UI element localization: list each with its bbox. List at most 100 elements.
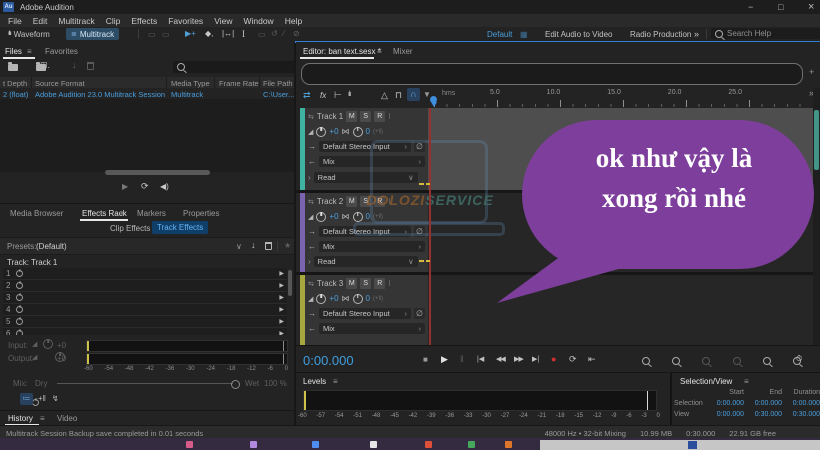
monitor-input-button[interactable]: I [388, 112, 390, 121]
slot-arrow-icon[interactable]: ▶ [279, 306, 284, 313]
slot-arrow-icon[interactable]: ▶ [279, 270, 284, 277]
slot-power-icon[interactable] [16, 294, 23, 301]
slot-power-icon[interactable] [16, 330, 23, 335]
pan-knob[interactable] [353, 294, 363, 304]
snapping-options-icon[interactable]: ⊓ [395, 90, 402, 101]
fx-toggle-icon[interactable]: fx [320, 91, 326, 100]
volume-knob[interactable] [316, 127, 326, 137]
zoom-to-selection-icon[interactable] [763, 357, 771, 365]
levels-menu-icon[interactable]: ≡ [333, 377, 338, 386]
mute-button[interactable]: M [346, 196, 357, 207]
tracks-vertical-scrollbar[interactable] [814, 110, 819, 170]
track-3-header[interactable]: ⇆ Track 3 M S R I ◢ +0 ⋈ 0 (+‖) → Defaul… [300, 275, 428, 345]
taskbar-app-icon[interactable] [370, 441, 377, 448]
effect-slot-row[interactable]: 3 ▶ [3, 292, 287, 304]
tab-history[interactable]: History [8, 414, 33, 423]
menu-view[interactable]: View [214, 16, 232, 26]
menu-effects[interactable]: Effects [131, 16, 157, 26]
record-arm-button[interactable]: R [374, 196, 385, 207]
record-button[interactable]: ● [551, 354, 556, 364]
taskbar-app-icon[interactable] [425, 441, 432, 448]
files-panel-menu-icon[interactable]: ≡ [27, 47, 32, 56]
play-button[interactable]: ▶ [441, 354, 448, 365]
file-row[interactable]: 2 (float) Adobe Audition 23.0 Multitrack… [0, 88, 294, 99]
slot-arrow-icon[interactable]: ▶ [279, 318, 284, 325]
skip-to-end-button[interactable]: ▶| [532, 355, 539, 363]
track-1-header[interactable]: ⇆ Track 1 M S R I ◢ +0 ⋈ 0 (+‖) → Defaul… [300, 108, 428, 190]
record-arm-button[interactable]: R [374, 278, 385, 289]
rack-view-toggle[interactable]: ≔ [20, 393, 33, 405]
taskbar-app-icon[interactable] [250, 441, 257, 448]
track-name[interactable]: Track 3 [317, 279, 343, 288]
volume-value[interactable]: +0 [329, 212, 338, 221]
preview-autoplay-speaker-icon[interactable]: ◀) [160, 182, 169, 191]
timeline-ruler[interactable]: hms 5.010.015.020.025.0 » [434, 88, 816, 108]
track-drag-handle-icon[interactable]: ⇆ [308, 198, 314, 206]
waveform-view-button[interactable]: ıllıı Waveform [4, 28, 54, 40]
pan-navigator-icon[interactable]: + [809, 67, 814, 77]
taskbar-app-icon[interactable] [312, 441, 319, 448]
zoom-out-time-icon[interactable] [672, 357, 680, 365]
delete-preset-icon[interactable] [265, 242, 272, 250]
taskbar-app-icon[interactable] [186, 441, 193, 448]
no-input-icon[interactable]: ∅ [414, 141, 425, 152]
slot-power-icon[interactable] [16, 306, 23, 313]
automation-mode-select[interactable]: Read ∨ [314, 172, 418, 183]
menu-file[interactable]: File [8, 16, 22, 26]
workspace-edit-audio-to-video[interactable]: Edit Audio to Video [545, 30, 612, 39]
tab-levels[interactable]: Levels [303, 377, 326, 386]
effect-slot-row[interactable]: 2 ▶ [3, 280, 287, 292]
volume-value[interactable]: +0 [329, 294, 338, 303]
track-io-icon[interactable]: ⊢ [334, 90, 342, 101]
monitor-input-button[interactable]: I [388, 197, 390, 206]
loop-playback-button[interactable]: ⟳ [569, 354, 577, 365]
fast-forward-button[interactable]: ▶▶ [514, 355, 523, 363]
workspace-radio-production[interactable]: Radio Production [630, 30, 691, 39]
track-output-select[interactable]: Mix › [319, 241, 425, 252]
menu-help[interactable]: Help [285, 16, 302, 26]
track-input-select[interactable]: Default Stereo Input › [319, 141, 411, 152]
sv-view-duration[interactable]: 0:30.000 [782, 411, 820, 422]
automation-expand-icon[interactable]: › [308, 257, 311, 266]
sv-view-end[interactable]: 0:30.000 [744, 411, 782, 422]
history-menu-icon[interactable]: ≡ [40, 414, 45, 423]
subtab-track-effects[interactable]: Track Effects [152, 221, 208, 234]
arrange-tracks-icon[interactable]: ⇄ [303, 90, 311, 101]
effects-panel-menu-icon[interactable]: ≡ [120, 209, 125, 218]
effect-slot-row[interactable]: 1 ▶ [3, 268, 287, 280]
volume-knob[interactable] [316, 212, 326, 222]
tab-files[interactable]: Files [5, 47, 22, 56]
pan-value[interactable]: 0 [366, 294, 370, 303]
mute-button[interactable]: M [346, 111, 357, 122]
pan-knob[interactable] [353, 212, 363, 222]
effects-slots-scrollbar[interactable] [288, 270, 292, 296]
menu-window[interactable]: Window [243, 16, 273, 26]
slot-arrow-icon[interactable]: ▶ [279, 294, 284, 301]
preview-play-icon[interactable]: ▶ [122, 182, 128, 191]
no-input-icon[interactable]: ∅ [414, 226, 425, 237]
menu-edit[interactable]: Edit [33, 16, 48, 26]
sv-selection-duration[interactable]: 0:00.000 [782, 400, 820, 411]
snap-toggle-icon[interactable]: ∩ [407, 88, 420, 101]
workspace-overflow-chevron[interactable]: » [694, 29, 699, 39]
volume-knob[interactable] [316, 294, 326, 304]
move-tool-icon[interactable]: ▶+ [185, 29, 196, 38]
effect-slot-row[interactable]: 6 ▶ [3, 328, 287, 335]
solo-button[interactable]: S [360, 111, 371, 122]
taskbar-window-preview[interactable] [540, 440, 820, 450]
track-input-select[interactable]: Default Stereo Input › [319, 308, 411, 319]
subtab-clip-effects[interactable]: Clip Effects [110, 224, 150, 233]
automation-expand-icon[interactable]: › [308, 173, 311, 182]
tab-markers[interactable]: Markers [137, 209, 166, 218]
slot-arrow-icon[interactable]: ▶ [279, 330, 284, 335]
effect-slot-row[interactable]: 5 ▶ [3, 316, 287, 328]
skip-to-start-button[interactable]: |◀ [477, 355, 484, 363]
tab-editor[interactable]: Editor: ban text.sesx * [303, 47, 381, 56]
pan-knob[interactable] [353, 127, 363, 137]
pan-value[interactable]: 0 [366, 212, 370, 221]
menu-clip[interactable]: Clip [106, 16, 121, 26]
col-media-type[interactable]: Media Type [171, 79, 210, 88]
zoom-in-time-icon[interactable] [642, 357, 650, 365]
razor-tool-icon[interactable]: ◆, [205, 29, 213, 38]
slip-tool-icon[interactable]: |↔| [222, 29, 234, 38]
